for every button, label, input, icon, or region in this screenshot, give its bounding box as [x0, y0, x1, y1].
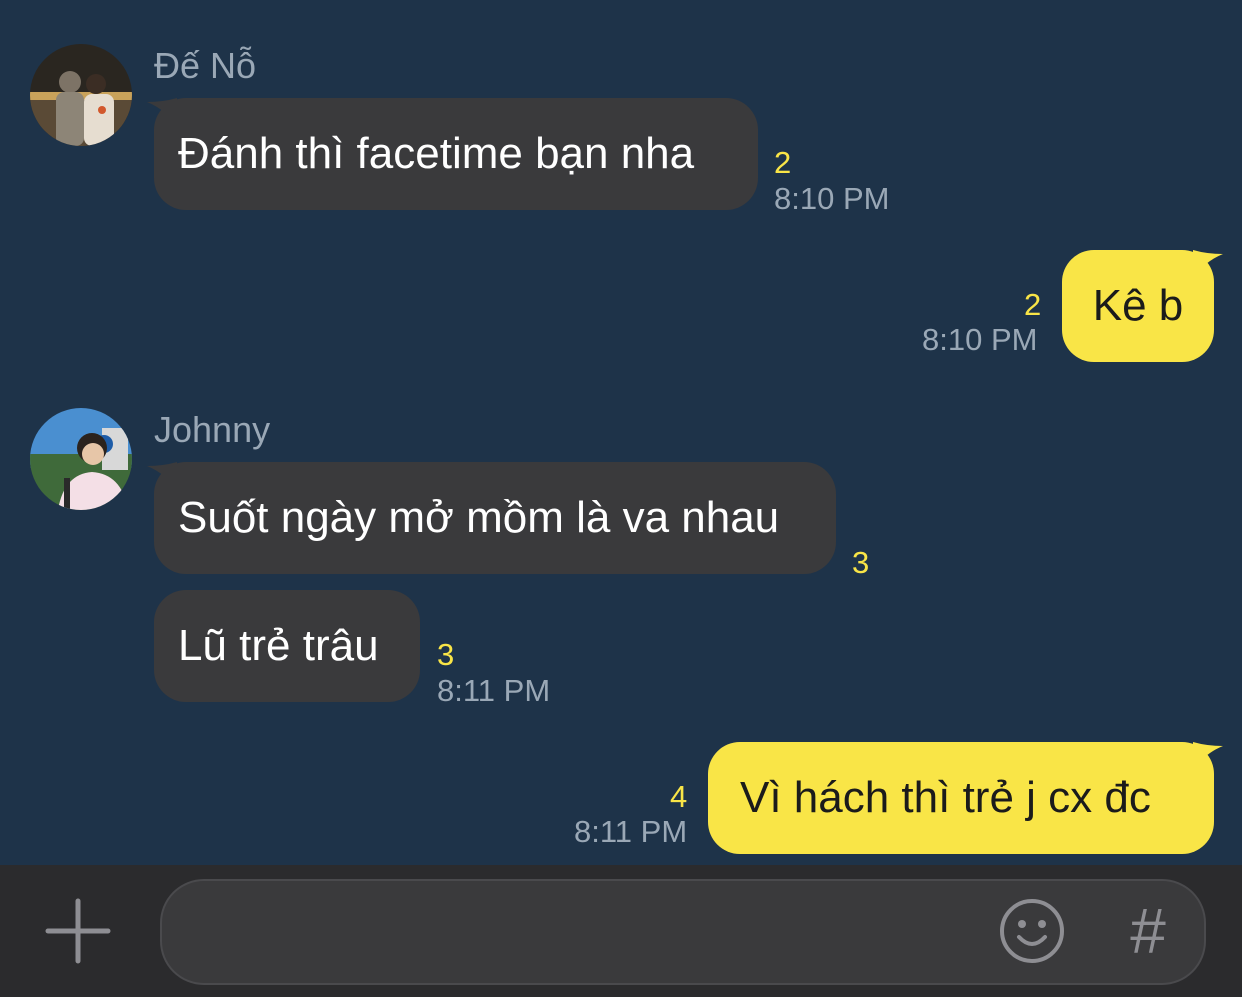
message-text: Lũ trẻ trâu	[178, 621, 379, 670]
unread-count: 3	[437, 637, 455, 672]
emoji-smile-icon[interactable]	[998, 897, 1066, 965]
message-bubble-outgoing[interactable]: Vì hách thì trẻ j cx đc	[708, 742, 1223, 854]
message-bubble-incoming[interactable]: Lũ trẻ trâu	[154, 590, 420, 702]
sender-name: Johnny	[154, 409, 271, 450]
bubble-tail	[1193, 250, 1223, 280]
bubble-tail	[147, 98, 177, 128]
message-bubble-incoming[interactable]: Đánh thì facetime bạn nha	[147, 98, 758, 210]
avatar-de-no[interactable]	[30, 44, 132, 146]
message-composer: #	[0, 865, 1242, 997]
message-text: Kê b	[1092, 281, 1184, 330]
unread-count: 3	[852, 545, 870, 580]
chat-area: Đế Nỗ Đánh thì facetime bạn nha 2 8:10 P…	[0, 0, 1242, 865]
unread-count: 2	[774, 145, 792, 180]
bubble-tail	[147, 462, 177, 492]
sender-name: Đế Nỗ	[154, 45, 257, 86]
message-time: 8:10 PM	[922, 322, 1038, 357]
message-bubble-incoming[interactable]: Suốt ngày mở mồm là va nhau	[147, 462, 836, 574]
hashtag-button[interactable]: #	[1120, 893, 1176, 969]
message-bubble-outgoing[interactable]: Kê b	[1062, 250, 1223, 362]
avatar-johnny[interactable]	[30, 408, 132, 510]
message-time: 8:11 PM	[574, 814, 688, 849]
message-time: 8:10 PM	[774, 181, 890, 216]
message-text: Vì hách thì trẻ j cx đc	[740, 773, 1151, 822]
message-text: Suốt ngày mở mồm là va nhau	[178, 493, 780, 542]
bubble-tail	[1193, 742, 1223, 772]
unread-count: 2	[1024, 287, 1042, 322]
unread-count: 4	[670, 779, 688, 814]
message-text: Đánh thì facetime bạn nha	[178, 129, 695, 178]
message-time: 8:11 PM	[437, 673, 551, 708]
plus-icon[interactable]	[42, 895, 114, 967]
